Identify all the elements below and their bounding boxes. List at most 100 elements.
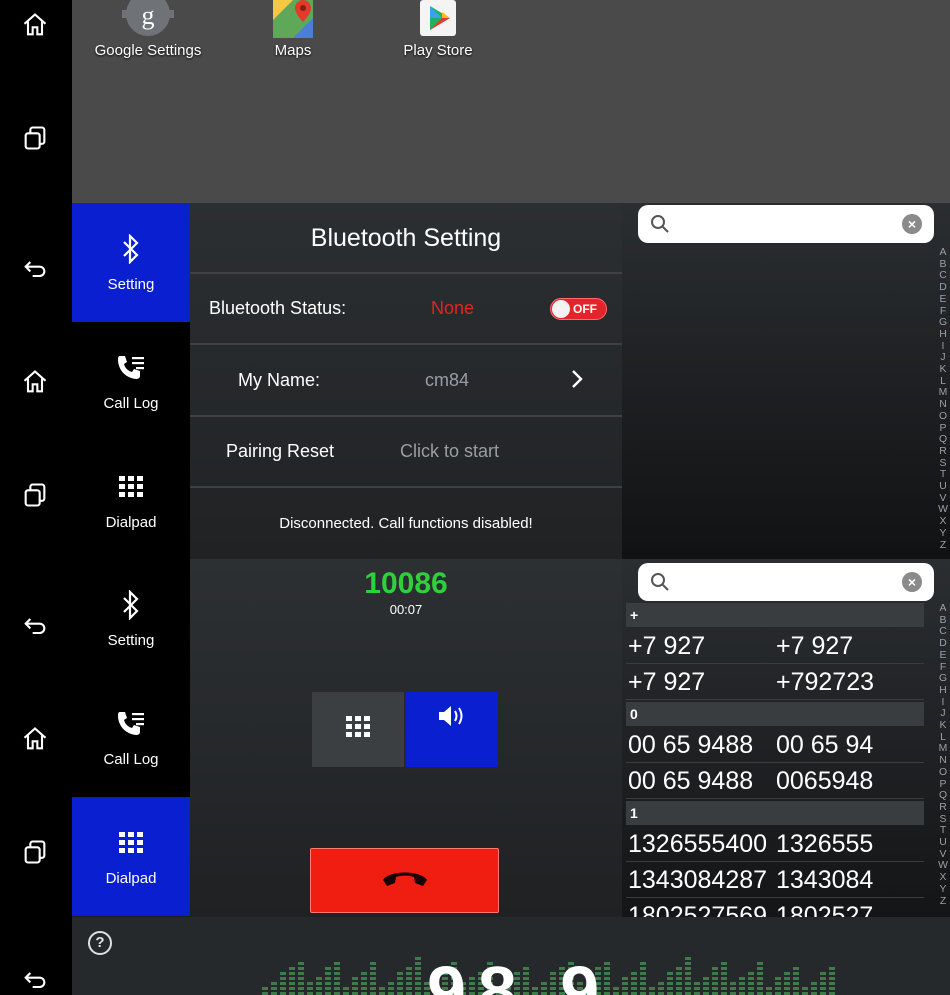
alphabet-letter[interactable]: K bbox=[936, 364, 950, 376]
alphabet-letter[interactable]: O bbox=[936, 767, 950, 779]
alphabet-letter[interactable]: E bbox=[936, 650, 950, 662]
bluetooth-status-row: Bluetooth Status: None OFF bbox=[190, 274, 622, 345]
alphabet-letter[interactable]: Q bbox=[936, 790, 950, 802]
alphabet-letter[interactable]: L bbox=[936, 732, 950, 744]
recent-apps-icon[interactable] bbox=[14, 118, 56, 158]
alphabet-letter[interactable]: X bbox=[936, 872, 950, 884]
spectrum-segment bbox=[712, 967, 718, 970]
alphabet-letter[interactable]: R bbox=[936, 802, 950, 814]
help-icon[interactable]: ? bbox=[88, 931, 112, 955]
sidebar-item-call-log[interactable]: Call Log bbox=[72, 678, 190, 797]
list-item[interactable]: 00 65 9488 00 65 94 bbox=[626, 727, 924, 763]
alphabet-letter[interactable]: S bbox=[936, 814, 950, 826]
alphabet-letter[interactable]: P bbox=[936, 423, 950, 435]
pairing-reset-row[interactable]: Pairing Reset Click to start bbox=[190, 417, 622, 488]
spectrum-segment bbox=[613, 987, 619, 990]
list-item[interactable]: +7 927 +7 927 bbox=[626, 628, 924, 664]
home-icon[interactable] bbox=[14, 362, 56, 402]
pairing-reset-action[interactable]: Click to start bbox=[400, 441, 499, 462]
alphabet-letter[interactable]: J bbox=[936, 708, 950, 720]
back-icon[interactable] bbox=[14, 249, 56, 289]
alphabet-letter[interactable]: V bbox=[936, 849, 950, 861]
alphabet-letter[interactable]: R bbox=[936, 446, 950, 458]
alphabet-letter[interactable]: K bbox=[936, 720, 950, 732]
my-name-row[interactable]: My Name: cm84 bbox=[190, 346, 622, 417]
alphabet-letter[interactable]: I bbox=[936, 341, 950, 353]
alphabet-letter[interactable]: B bbox=[936, 615, 950, 627]
sidebar-item-setting[interactable]: Setting bbox=[72, 559, 190, 678]
alphabet-letter[interactable]: Y bbox=[936, 528, 950, 540]
sidebar-item-dialpad[interactable]: Dialpad bbox=[72, 797, 190, 916]
alphabet-letter[interactable]: F bbox=[936, 662, 950, 674]
alphabet-letter[interactable]: W bbox=[936, 504, 950, 516]
spectrum-segment bbox=[415, 957, 421, 960]
alphabet-letter[interactable]: J bbox=[936, 352, 950, 364]
alphabet-letter[interactable]: G bbox=[936, 673, 950, 685]
list-item[interactable]: 1802527569 1802527 bbox=[626, 898, 924, 917]
clear-search-icon[interactable]: × bbox=[902, 214, 922, 234]
bluetooth-status-value: None bbox=[431, 298, 475, 318]
bluetooth-toggle[interactable]: OFF bbox=[550, 298, 607, 320]
alphabet-letter[interactable]: N bbox=[936, 755, 950, 767]
home-icon[interactable] bbox=[14, 719, 56, 759]
alphabet-letter[interactable]: I bbox=[936, 697, 950, 709]
alphabet-letter[interactable]: X bbox=[936, 516, 950, 528]
spectrum-segment bbox=[685, 977, 691, 980]
alphabet-letter[interactable]: H bbox=[936, 685, 950, 697]
alphabet-letter[interactable]: E bbox=[936, 294, 950, 306]
alphabet-letter[interactable]: M bbox=[936, 387, 950, 399]
alphabet-letter[interactable]: L bbox=[936, 376, 950, 388]
app-play-store[interactable]: Play Store bbox=[368, 0, 508, 59]
alphabet-letter[interactable]: P bbox=[936, 779, 950, 791]
speaker-button[interactable] bbox=[406, 692, 498, 767]
spectrum-segment bbox=[766, 987, 772, 990]
alphabet-letter[interactable]: Y bbox=[936, 884, 950, 896]
alphabet-letter[interactable]: W bbox=[936, 860, 950, 872]
alphabet-index[interactable]: ABCDEFGHIJKLMNOPQRSTUVWXYZ bbox=[936, 247, 950, 551]
end-call-button[interactable] bbox=[310, 848, 499, 913]
alphabet-letter[interactable]: A bbox=[936, 247, 950, 259]
alphabet-letter[interactable]: H bbox=[936, 329, 950, 341]
sidebar-item-setting[interactable]: Setting bbox=[72, 203, 190, 322]
clear-search-icon[interactable]: × bbox=[902, 572, 922, 592]
alphabet-letter[interactable]: Z bbox=[936, 896, 950, 908]
alphabet-letter[interactable]: Z bbox=[936, 540, 950, 552]
alphabet-letter[interactable]: D bbox=[936, 282, 950, 294]
back-icon[interactable] bbox=[14, 606, 56, 646]
sidebar-item-call-log[interactable]: Call Log bbox=[72, 322, 190, 441]
alphabet-letter[interactable]: O bbox=[936, 411, 950, 423]
home-icon[interactable] bbox=[14, 5, 56, 45]
list-item[interactable]: +7 927 +792723 bbox=[626, 664, 924, 700]
alphabet-letter[interactable]: V bbox=[936, 493, 950, 505]
sidebar-item-dialpad[interactable]: Dialpad bbox=[72, 441, 190, 560]
alphabet-letter[interactable]: G bbox=[936, 317, 950, 329]
alphabet-letter[interactable]: Q bbox=[936, 434, 950, 446]
alphabet-letter[interactable]: C bbox=[936, 270, 950, 282]
alphabet-letter[interactable]: S bbox=[936, 458, 950, 470]
keypad-button[interactable] bbox=[312, 692, 404, 767]
search-input[interactable]: × bbox=[638, 205, 934, 243]
alphabet-letter[interactable]: B bbox=[936, 259, 950, 271]
spectrum-segment bbox=[631, 987, 637, 990]
list-item[interactable]: 1326555400 1326555 bbox=[626, 826, 924, 862]
recent-apps-icon[interactable] bbox=[14, 832, 56, 872]
list-item[interactable]: 1343084287 1343084 bbox=[626, 862, 924, 898]
app-google-settings[interactable]: g Google Settings bbox=[78, 0, 218, 59]
alphabet-letter[interactable]: M bbox=[936, 743, 950, 755]
alphabet-letter[interactable]: T bbox=[936, 825, 950, 837]
alphabet-letter[interactable]: F bbox=[936, 306, 950, 318]
alphabet-letter[interactable]: N bbox=[936, 399, 950, 411]
search-input[interactable]: × bbox=[638, 563, 934, 601]
alphabet-letter[interactable]: U bbox=[936, 837, 950, 849]
alphabet-letter[interactable]: C bbox=[936, 626, 950, 638]
alphabet-letter[interactable]: A bbox=[936, 603, 950, 615]
list-item[interactable]: 00 65 9488 0065948 bbox=[626, 763, 924, 799]
app-maps[interactable]: Maps bbox=[223, 0, 363, 59]
alphabet-letter[interactable]: T bbox=[936, 469, 950, 481]
alphabet-index[interactable]: ABCDEFGHIJKLMNOPQRSTUVWXYZ bbox=[936, 603, 950, 907]
recent-apps-icon[interactable] bbox=[14, 475, 56, 515]
alphabet-letter[interactable]: D bbox=[936, 638, 950, 650]
alphabet-letter[interactable]: U bbox=[936, 481, 950, 493]
chevron-right-icon[interactable] bbox=[570, 368, 584, 395]
back-icon[interactable] bbox=[14, 960, 56, 995]
